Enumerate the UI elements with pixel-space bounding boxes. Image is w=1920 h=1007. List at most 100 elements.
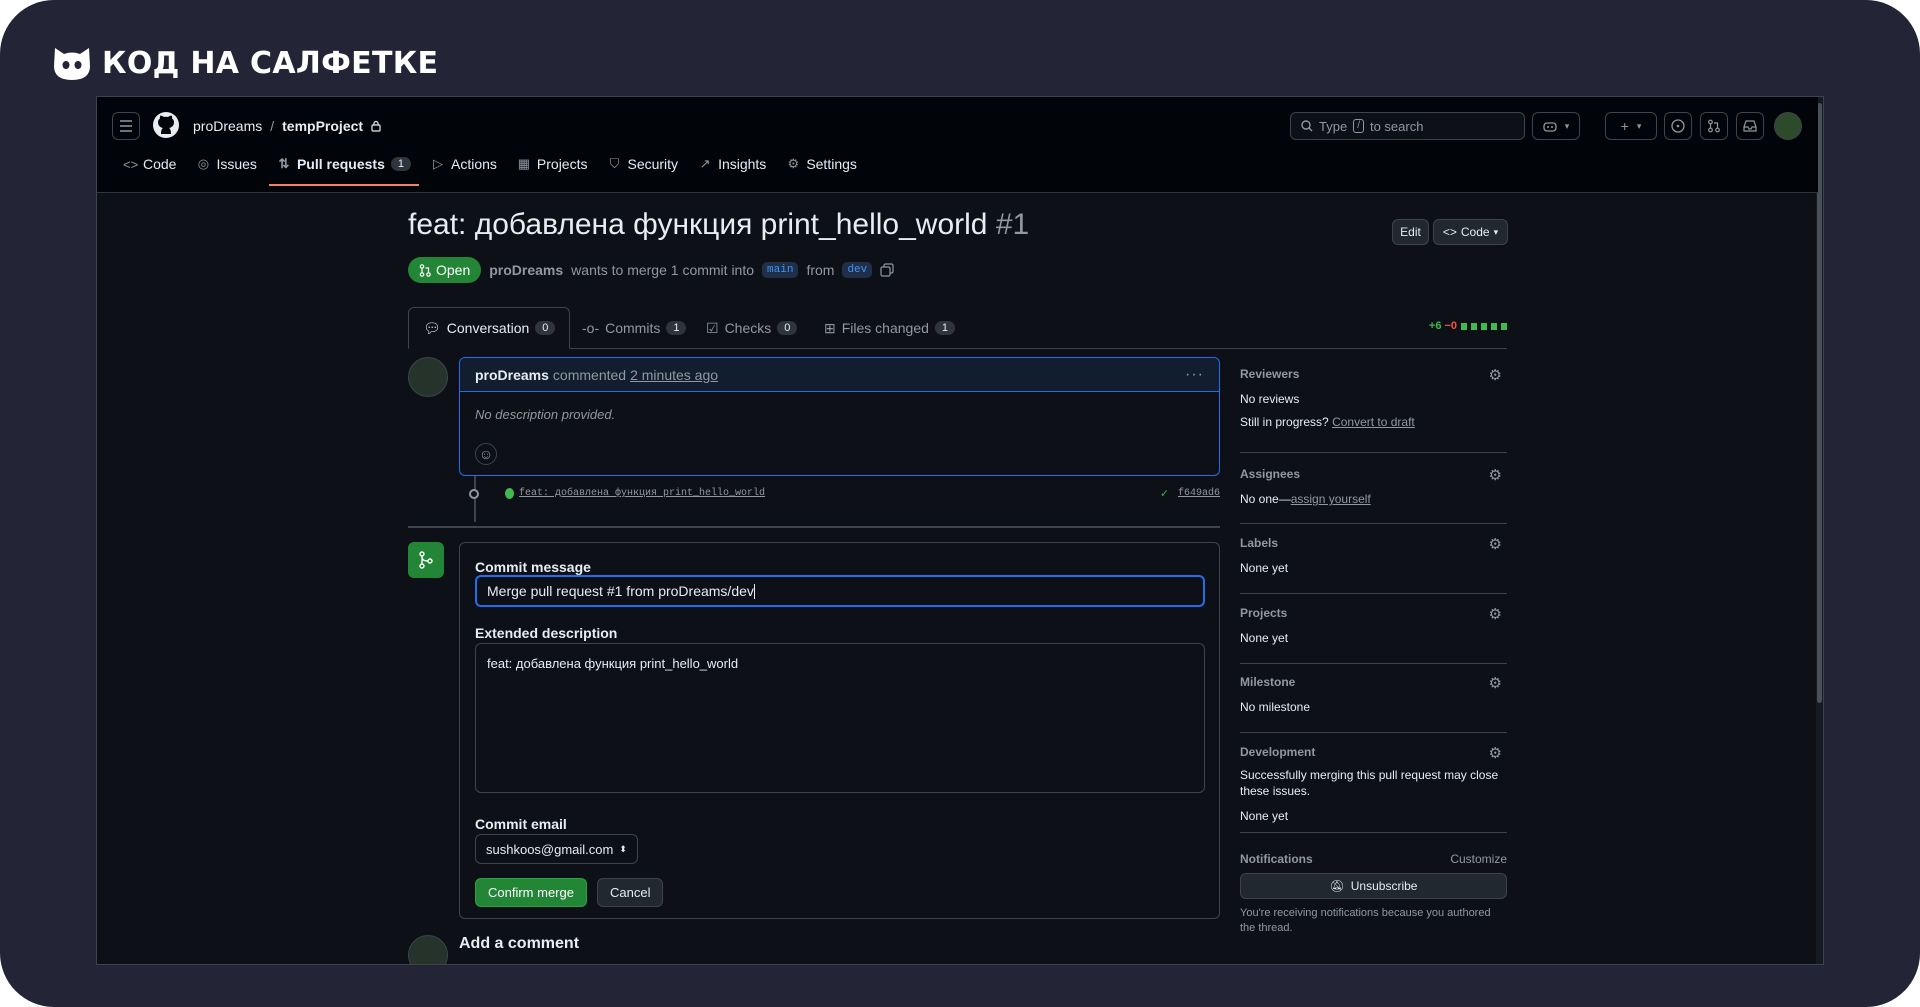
comment-author[interactable]: proDreams bbox=[475, 367, 549, 383]
diff-additions: +6 bbox=[1428, 320, 1442, 332]
graph-icon: ↗ bbox=[699, 156, 711, 171]
diff-block bbox=[1491, 322, 1497, 330]
scrollbar[interactable] bbox=[1816, 97, 1823, 964]
commit-sha[interactable]: f649ad6 bbox=[1178, 488, 1220, 499]
merge-form: Commit message Merge pull request #1 fro… bbox=[459, 542, 1220, 919]
gear-icon[interactable]: ⚙ bbox=[1489, 605, 1502, 623]
file-diff-icon: ⊞ bbox=[824, 319, 836, 336]
development-text: Successfully merging this pull request m… bbox=[1240, 768, 1499, 798]
comment-body: No description provided. bbox=[475, 407, 616, 422]
breadcrumb-repo[interactable]: tempProject bbox=[282, 118, 363, 134]
assign-yourself-link[interactable]: assign yourself bbox=[1291, 492, 1371, 506]
tab-insights[interactable]: ↗ Insights bbox=[690, 149, 774, 179]
assignees-section: Assignees ⚙ No one—assign yourself bbox=[1240, 467, 1507, 524]
tab-label: Security bbox=[627, 156, 679, 172]
labels-title: Labels bbox=[1240, 536, 1279, 550]
tab-actions[interactable]: ▷ Actions bbox=[423, 149, 505, 179]
pr-title: feat: добавлена функция print_hello_worl… bbox=[408, 208, 988, 241]
confirm-merge-button[interactable]: Confirm merge bbox=[475, 878, 587, 907]
menu-button[interactable] bbox=[112, 112, 140, 140]
milestone-section: Milestone ⚙ No milestone bbox=[1240, 675, 1507, 733]
diff-block bbox=[1481, 322, 1487, 330]
reviewers-section: Reviewers ⚙ No reviews Still in progress… bbox=[1240, 367, 1507, 453]
extended-description-textarea[interactable]: feat: добавлена функция print_hello_worl… bbox=[475, 643, 1205, 793]
gear-icon[interactable]: ⚙ bbox=[1489, 744, 1502, 762]
code-icon: <> bbox=[1442, 225, 1457, 239]
labels-section: Labels ⚙ None yet bbox=[1240, 536, 1507, 594]
create-new-button[interactable]: + ▾ bbox=[1605, 112, 1657, 140]
milestone-title: Milestone bbox=[1240, 675, 1296, 689]
tab-files-changed[interactable]: ⊞ Files changed 1 bbox=[810, 307, 969, 349]
gear-icon[interactable]: ⚙ bbox=[1489, 466, 1502, 484]
commit-message-input[interactable]: Merge pull request #1 from proDreams/dev bbox=[475, 575, 1205, 607]
development-title: Development bbox=[1240, 745, 1316, 759]
code-button[interactable]: <> Code ▾ bbox=[1433, 219, 1508, 245]
issues-button[interactable] bbox=[1664, 112, 1692, 140]
projects-text: None yet bbox=[1240, 631, 1289, 645]
diff-block bbox=[1471, 322, 1477, 330]
base-branch[interactable]: main bbox=[762, 262, 799, 278]
milestone-text: No milestone bbox=[1240, 700, 1311, 714]
pull-requests-button[interactable] bbox=[1700, 112, 1728, 140]
search-icon bbox=[1301, 120, 1313, 132]
breadcrumb-owner[interactable]: proDreams bbox=[193, 118, 262, 134]
scrollbar-thumb[interactable] bbox=[1817, 103, 1822, 703]
projects-section: Projects ⚙ None yet bbox=[1240, 606, 1507, 664]
timeline-divider bbox=[408, 526, 1220, 528]
tab-label: Insights bbox=[718, 156, 767, 172]
lock-icon bbox=[371, 120, 381, 132]
copy-icon[interactable] bbox=[880, 263, 894, 277]
repo-nav: <> Code ◎ Issues ⇅ Pull requests 1 ▷ Act… bbox=[115, 149, 865, 186]
text-cursor bbox=[753, 583, 755, 599]
search-input[interactable]: Type / to search bbox=[1290, 112, 1525, 140]
pr-author[interactable]: proDreams bbox=[489, 262, 563, 278]
chevron-down-icon: ▾ bbox=[1493, 226, 1499, 237]
head-branch[interactable]: dev bbox=[842, 262, 873, 278]
edit-button[interactable]: Edit bbox=[1392, 219, 1429, 245]
gear-icon[interactable]: ⚙ bbox=[1489, 674, 1502, 692]
commit-email-select[interactable]: sushkoos@gmail.com ⬍ bbox=[475, 834, 638, 864]
tab-checks[interactable]: ☑ Checks 0 bbox=[692, 307, 811, 349]
cancel-button[interactable]: Cancel bbox=[597, 878, 664, 907]
tab-issues[interactable]: ◎ Issues bbox=[188, 149, 264, 179]
tab-settings[interactable]: ⚙ Settings bbox=[778, 149, 865, 179]
pull-request-icon: ⇅ bbox=[278, 156, 290, 171]
smiley-icon[interactable]: ☺ bbox=[475, 443, 497, 465]
progress-text: Still in progress? bbox=[1240, 415, 1329, 429]
tab-conversation[interactable]: 💬︎ Conversation 0 bbox=[408, 307, 571, 349]
comment-time[interactable]: 2 minutes ago bbox=[630, 367, 718, 383]
tab-code[interactable]: <> Code bbox=[115, 149, 184, 179]
customize-link[interactable]: Customize bbox=[1450, 852, 1507, 866]
issue-icon bbox=[1671, 119, 1685, 133]
diff-block bbox=[1501, 322, 1507, 330]
state-label: Open bbox=[436, 262, 471, 278]
reviewers-text: No reviews bbox=[1240, 392, 1300, 406]
unsubscribe-button[interactable]: 🔕︎ Unsubscribe bbox=[1240, 873, 1507, 899]
user-avatar[interactable] bbox=[1774, 112, 1802, 140]
tab-commits[interactable]: -o- Commits 1 bbox=[568, 307, 700, 349]
brand-name: КОД НА САЛФЕТКЕ bbox=[102, 45, 439, 81]
tab-counter: 1 bbox=[934, 321, 956, 335]
state-badge: Open bbox=[408, 257, 482, 283]
add-comment-heading: Add a comment bbox=[459, 935, 580, 952]
breadcrumb-separator: / bbox=[270, 118, 275, 134]
commit-message-link[interactable]: feat: добавлена функция print_hello_worl… bbox=[519, 488, 765, 499]
copilot-button[interactable]: ▾ bbox=[1532, 112, 1580, 140]
commit-icon: -o- bbox=[582, 320, 600, 336]
global-header: proDreams / tempProject Type / to search… bbox=[97, 97, 1818, 193]
tab-counter: 1 bbox=[666, 321, 687, 335]
commit-author-avatar[interactable] bbox=[505, 488, 514, 499]
comment-author-avatar[interactable] bbox=[408, 357, 448, 397]
commit-dot-icon bbox=[469, 489, 479, 499]
github-logo-icon[interactable] bbox=[152, 111, 180, 139]
kebab-horizontal-icon[interactable]: ··· bbox=[1185, 366, 1204, 384]
convert-to-draft-link[interactable]: Convert to draft bbox=[1332, 415, 1415, 429]
tab-security[interactable]: ⛉ Security bbox=[599, 149, 686, 179]
comment-header: proDreams commented 2 minutes ago ··· bbox=[460, 358, 1219, 392]
tab-projects[interactable]: ▦ Projects bbox=[509, 149, 596, 179]
gear-icon[interactable]: ⚙ bbox=[1489, 535, 1502, 553]
tab-pull-requests[interactable]: ⇅ Pull requests 1 bbox=[268, 149, 420, 186]
gear-icon[interactable]: ⚙ bbox=[1489, 366, 1502, 384]
pr-status-bar: Open proDreams wants to merge 1 commit i… bbox=[408, 257, 894, 283]
inbox-button[interactable] bbox=[1736, 112, 1764, 140]
